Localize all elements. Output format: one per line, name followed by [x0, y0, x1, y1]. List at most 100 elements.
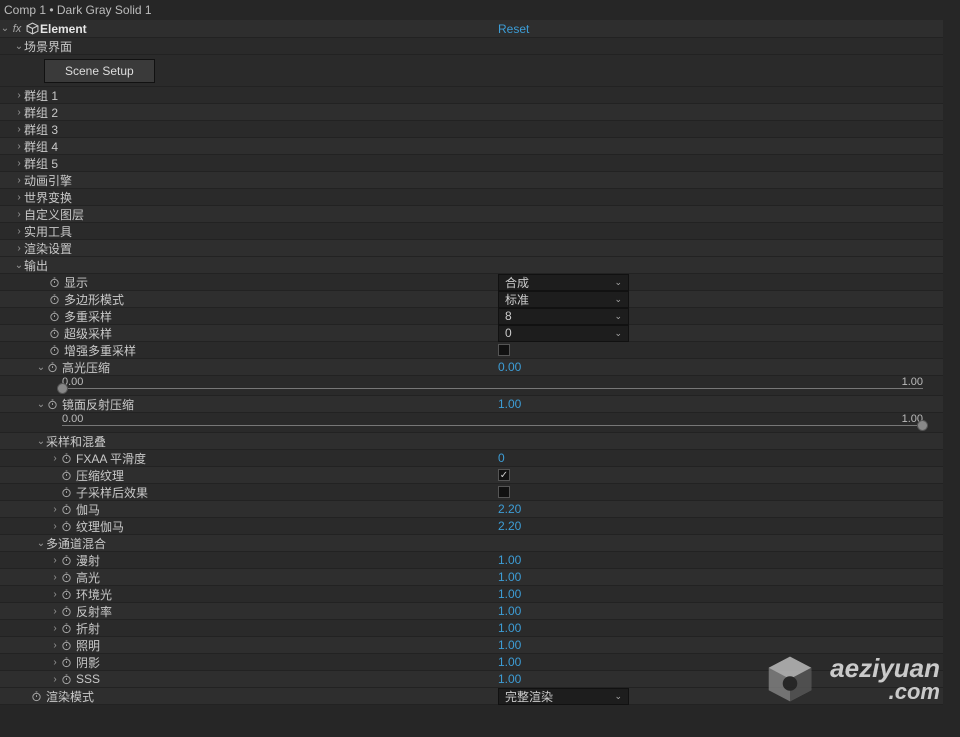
- prop-mp: 环境光: [76, 586, 112, 603]
- group-label[interactable]: 渲染设置: [24, 240, 72, 257]
- group-label[interactable]: 群组 5: [24, 155, 58, 172]
- group-multipass[interactable]: 多通道混合: [46, 535, 106, 552]
- collapse-texgamma[interactable]: ›: [50, 521, 60, 532]
- group-output[interactable]: 输出: [24, 257, 48, 274]
- reset-link[interactable]: Reset: [498, 22, 529, 36]
- mirror-comp-value[interactable]: 1.00: [498, 397, 521, 411]
- collapse-group[interactable]: ›: [14, 124, 24, 135]
- slider-handle[interactable]: [57, 383, 68, 394]
- collapse-fxaa[interactable]: ›: [50, 453, 60, 464]
- prop-mp: 照明: [76, 637, 100, 654]
- collapse-speccomp[interactable]: ⌄: [36, 362, 46, 373]
- stopwatch-icon[interactable]: [48, 344, 60, 356]
- stopwatch-icon[interactable]: [60, 656, 72, 668]
- mp-value[interactable]: 1.00: [498, 621, 521, 635]
- group-label[interactable]: 实用工具: [24, 223, 72, 240]
- effect-name[interactable]: Element: [40, 22, 87, 36]
- collapse-mp[interactable]: ›: [50, 623, 60, 634]
- collapse-group[interactable]: ›: [14, 90, 24, 101]
- collapse-group[interactable]: ›: [14, 209, 24, 220]
- slider-handle[interactable]: [917, 420, 928, 431]
- subsamplepost-checkbox[interactable]: [498, 486, 510, 498]
- collapse-group[interactable]: ›: [14, 192, 24, 203]
- stopwatch-icon[interactable]: [46, 361, 58, 373]
- polymode-dropdown[interactable]: 标准⌄: [498, 291, 629, 308]
- collapse-mirrorcomp[interactable]: ⌄: [36, 399, 46, 410]
- collapse-group[interactable]: ›: [14, 226, 24, 237]
- stopwatch-icon[interactable]: [60, 673, 72, 685]
- mp-value[interactable]: 1.00: [498, 570, 521, 584]
- collapse-multipass[interactable]: ⌄: [36, 538, 46, 549]
- group-label[interactable]: 世界变换: [24, 189, 72, 206]
- stopwatch-icon[interactable]: [48, 327, 60, 339]
- stopwatch-icon[interactable]: [48, 310, 60, 322]
- stopwatch-icon[interactable]: [60, 605, 72, 617]
- prop-enhanced-ms: 增强多重采样: [64, 342, 136, 359]
- group-label[interactable]: 群组 3: [24, 121, 58, 138]
- collapse-effect[interactable]: ⌄: [0, 23, 10, 34]
- mp-value[interactable]: 1.00: [498, 638, 521, 652]
- chevron-down-icon: ⌄: [614, 311, 622, 322]
- slider-track[interactable]: [62, 388, 923, 389]
- group-label[interactable]: 动画引擎: [24, 172, 72, 189]
- rendermode-dropdown[interactable]: 完整渲染⌄: [498, 688, 629, 705]
- stopwatch-icon[interactable]: [60, 486, 72, 498]
- collapse-mp[interactable]: ›: [50, 640, 60, 651]
- stopwatch-icon[interactable]: [48, 293, 60, 305]
- stopwatch-icon[interactable]: [60, 639, 72, 651]
- stopwatch-icon[interactable]: [60, 571, 72, 583]
- collapse-mp[interactable]: ›: [50, 555, 60, 566]
- stopwatch-icon[interactable]: [60, 469, 72, 481]
- prop-mp: SSS: [76, 672, 100, 686]
- texgamma-value[interactable]: 2.20: [498, 519, 521, 533]
- supersample-dropdown[interactable]: 0⌄: [498, 325, 629, 342]
- collapse-sampling[interactable]: ⌄: [36, 436, 46, 447]
- chevron-down-icon: ⌄: [614, 328, 622, 339]
- group-label[interactable]: 群组 4: [24, 138, 58, 155]
- stopwatch-icon[interactable]: [30, 690, 42, 702]
- mp-value[interactable]: 1.00: [498, 655, 521, 669]
- enhanced-ms-checkbox[interactable]: [498, 344, 510, 356]
- multisample-dropdown[interactable]: 8⌄: [498, 308, 629, 325]
- gamma-value[interactable]: 2.20: [498, 502, 521, 516]
- scene-setup-button[interactable]: Scene Setup: [44, 59, 155, 83]
- mp-value[interactable]: 1.00: [498, 553, 521, 567]
- collapse-mp[interactable]: ›: [50, 572, 60, 583]
- collapse-group[interactable]: ›: [14, 243, 24, 254]
- mp-value[interactable]: 1.00: [498, 672, 521, 686]
- slider-track[interactable]: [62, 425, 923, 426]
- collapse-scene[interactable]: ⌄: [14, 41, 24, 52]
- collapse-mp[interactable]: ›: [50, 589, 60, 600]
- spec-comp-value[interactable]: 0.00: [498, 360, 521, 374]
- prop-multisample: 多重采样: [64, 308, 112, 325]
- stopwatch-icon[interactable]: [60, 588, 72, 600]
- collapse-mp[interactable]: ›: [50, 657, 60, 668]
- collapse-group[interactable]: ›: [14, 175, 24, 186]
- collapse-output[interactable]: ⌄: [14, 260, 24, 271]
- collapse-group[interactable]: ›: [14, 158, 24, 169]
- stopwatch-icon[interactable]: [60, 520, 72, 532]
- display-dropdown[interactable]: 合成⌄: [498, 274, 629, 291]
- stopwatch-icon[interactable]: [60, 622, 72, 634]
- mp-value[interactable]: 1.00: [498, 604, 521, 618]
- group-label[interactable]: 群组 2: [24, 104, 58, 121]
- comptex-checkbox[interactable]: [498, 469, 510, 481]
- collapse-group[interactable]: ›: [14, 107, 24, 118]
- collapse-gamma[interactable]: ›: [50, 504, 60, 515]
- prop-subsamplepost: 子采样后效果: [76, 484, 148, 501]
- group-label[interactable]: 自定义图层: [24, 206, 84, 223]
- stopwatch-icon[interactable]: [60, 452, 72, 464]
- group-label[interactable]: 群组 1: [24, 87, 58, 104]
- stopwatch-icon[interactable]: [48, 276, 60, 288]
- collapse-mp[interactable]: ›: [50, 674, 60, 685]
- stopwatch-icon[interactable]: [46, 398, 58, 410]
- mp-value[interactable]: 1.00: [498, 587, 521, 601]
- collapse-mp[interactable]: ›: [50, 606, 60, 617]
- fxaa-value[interactable]: 0: [498, 451, 505, 465]
- collapse-group[interactable]: ›: [14, 141, 24, 152]
- group-sampling[interactable]: 采样和混叠: [46, 433, 106, 450]
- group-scene[interactable]: 场景界面: [24, 38, 72, 55]
- stopwatch-icon[interactable]: [60, 554, 72, 566]
- slider-min: 0.00: [62, 413, 83, 425]
- stopwatch-icon[interactable]: [60, 503, 72, 515]
